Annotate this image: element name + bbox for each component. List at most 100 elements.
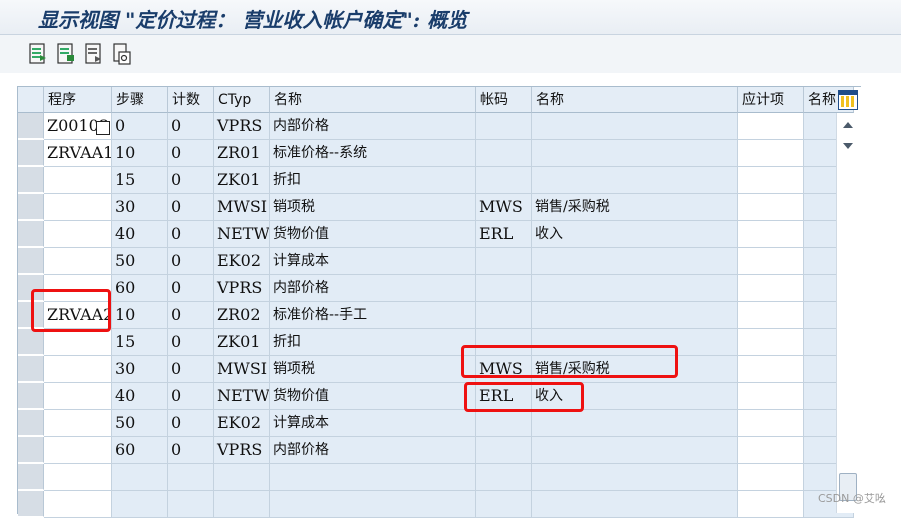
table-cell — [476, 491, 532, 518]
table-cell: 0 — [168, 194, 214, 221]
table-cell[interactable] — [738, 248, 804, 275]
row-selector[interactable] — [18, 491, 44, 517]
table-cell[interactable] — [44, 356, 112, 383]
table-cell: 10 — [112, 302, 168, 329]
table-cell: 销售/采购税 — [532, 194, 738, 221]
table-cell[interactable] — [44, 410, 112, 437]
table-cell — [532, 275, 738, 302]
table-cell: 50 — [112, 248, 168, 275]
row-selector[interactable] — [18, 221, 44, 247]
row-selector[interactable] — [18, 194, 44, 220]
table-cell: MWSI — [214, 194, 270, 221]
scroll-down-icon[interactable] — [843, 143, 853, 149]
table-cell: 内部价格 — [270, 437, 476, 464]
highlight-erl — [464, 382, 584, 412]
table-cell — [476, 167, 532, 194]
table-cell[interactable] — [738, 221, 804, 248]
row-selector[interactable] — [18, 248, 44, 274]
table-cell — [532, 410, 738, 437]
table-cell: 15 — [112, 329, 168, 356]
table-cell[interactable] — [738, 275, 804, 302]
row-selector[interactable] — [18, 383, 44, 409]
table-cell[interactable] — [738, 356, 804, 383]
pricing-procedure-table: 程序 步骤 计数 CTyp 名称 帐码 名称 应计项 名称 Z00103 0 0 VPRS 内部价格 ZRV… — [17, 86, 861, 518]
table-cell — [112, 491, 168, 518]
table-cell[interactable]: ZRVAA1 — [44, 140, 112, 167]
table-cell — [532, 437, 738, 464]
scroll-up-icon[interactable] — [843, 122, 853, 128]
table-cell: 0 — [168, 329, 214, 356]
table-cell[interactable] — [44, 437, 112, 464]
table-cell[interactable] — [44, 248, 112, 275]
table-cell: 0 — [168, 113, 214, 140]
table-cell: 0 — [112, 113, 168, 140]
table-cell: 计算成本 — [270, 410, 476, 437]
row-selector[interactable] — [18, 140, 44, 166]
row-selector[interactable] — [18, 356, 44, 382]
table-cell — [532, 302, 738, 329]
column-header[interactable]: 名称 — [532, 87, 738, 113]
table-cell: 40 — [112, 221, 168, 248]
table-cell[interactable] — [738, 140, 804, 167]
vertical-scrollbar[interactable] — [836, 113, 861, 513]
row-selector[interactable] — [18, 167, 44, 193]
table-cell[interactable] — [44, 383, 112, 410]
table-cell[interactable] — [44, 194, 112, 221]
table-cell[interactable] — [738, 464, 804, 491]
highlight-zrvaa2 — [31, 289, 111, 332]
prev-entry-icon[interactable] — [56, 43, 76, 65]
table-cell[interactable] — [738, 194, 804, 221]
table-cell[interactable] — [44, 167, 112, 194]
table-cell[interactable] — [738, 167, 804, 194]
row-selector[interactable] — [18, 113, 44, 139]
table-cell: 货物价值 — [270, 383, 476, 410]
row-selector[interactable] — [18, 329, 44, 355]
table-cell[interactable] — [738, 302, 804, 329]
title-bar: 显示视图 "定价过程： 营业收入帐户确定": 概览 — [0, 0, 901, 35]
table-cell: VPRS — [214, 113, 270, 140]
detail-icon[interactable] — [28, 43, 48, 65]
row-selector[interactable] — [18, 410, 44, 436]
table-cell: 标准价格--系统 — [270, 140, 476, 167]
table-cell — [112, 464, 168, 491]
column-header[interactable]: 步骤 — [112, 87, 168, 113]
watermark: CSDN @艾吆 — [818, 492, 886, 505]
table-cell[interactable] — [738, 437, 804, 464]
table-cell[interactable] — [44, 329, 112, 356]
column-header[interactable]: 计数 — [168, 87, 214, 113]
column-header[interactable]: 帐码 — [476, 87, 532, 113]
column-header[interactable]: 程序 — [44, 87, 112, 113]
table-cell[interactable] — [738, 329, 804, 356]
table-settings-icon[interactable] — [838, 90, 858, 110]
table-cell: 0 — [168, 356, 214, 383]
column-header[interactable]: CTyp — [214, 87, 270, 113]
table-cell: 货物价值 — [270, 221, 476, 248]
table-cell — [476, 302, 532, 329]
table-cell[interactable] — [738, 113, 804, 140]
table-cell[interactable] — [44, 491, 112, 518]
table-cell[interactable] — [44, 464, 112, 491]
table-cell: 0 — [168, 167, 214, 194]
next-entry-icon[interactable] — [84, 43, 104, 65]
table-cell — [270, 464, 476, 491]
table-cell — [214, 464, 270, 491]
column-header[interactable]: 应计项 — [738, 87, 804, 113]
table-cell[interactable] — [738, 383, 804, 410]
table-cell — [476, 437, 532, 464]
table-cell — [532, 113, 738, 140]
table-cell — [532, 464, 738, 491]
row-selector[interactable] — [18, 437, 44, 463]
select-all-header[interactable] — [18, 87, 44, 113]
table-cell — [476, 248, 532, 275]
table-cell: NETW — [214, 383, 270, 410]
table-cell: ERL — [476, 221, 532, 248]
row-checkbox[interactable] — [96, 121, 110, 135]
row-selector[interactable] — [18, 464, 44, 490]
table-cell[interactable] — [738, 491, 804, 518]
table-cell[interactable] — [44, 221, 112, 248]
table-cell — [476, 140, 532, 167]
table-cell[interactable] — [738, 410, 804, 437]
table-cell — [476, 464, 532, 491]
column-header[interactable]: 名称 — [270, 87, 476, 113]
other-view-icon[interactable] — [112, 43, 132, 65]
